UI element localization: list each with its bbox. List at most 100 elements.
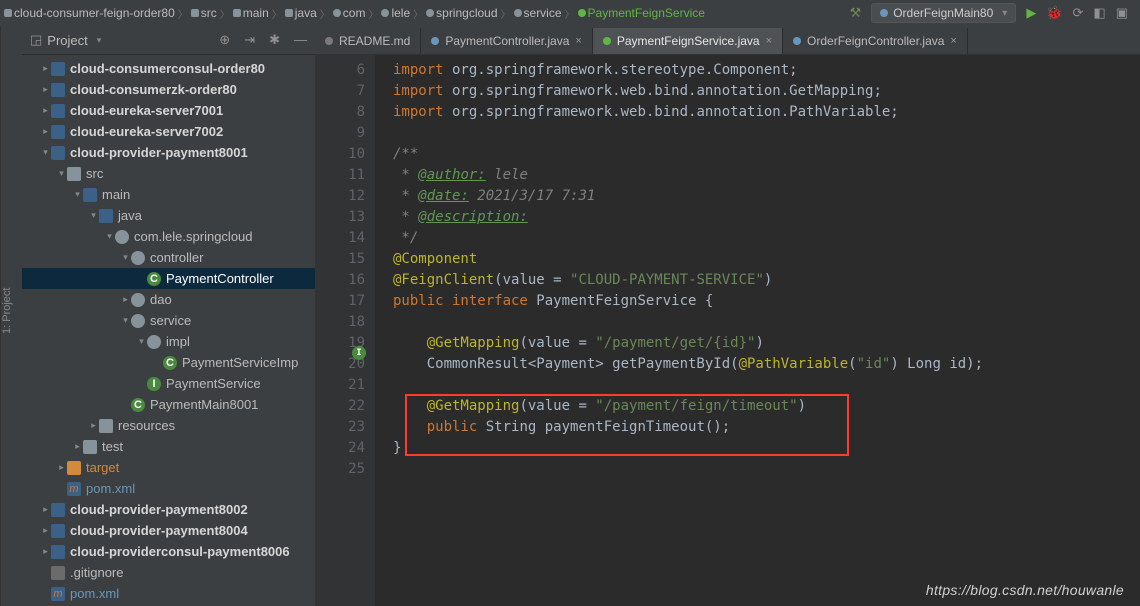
tree-row[interactable]: ▸cloud-providerconsul-payment8006 (22, 541, 315, 562)
editor-tab[interactable]: README.md (315, 28, 421, 54)
tree-row[interactable]: CPaymentServiceImp (22, 352, 315, 373)
run-icon[interactable]: ▶ (1026, 5, 1036, 21)
tree-arrow-icon[interactable]: ▾ (56, 168, 67, 179)
tree-row[interactable]: ▸target (22, 457, 315, 478)
tree-row[interactable]: ▸cloud-eureka-server7001 (22, 100, 315, 121)
breadcrumb-segment[interactable]: lele (381, 6, 410, 20)
tree-arrow-icon[interactable]: ▸ (40, 105, 51, 116)
code-line[interactable]: * @date: 2021/3/17 7:31 (393, 186, 1140, 207)
code-line[interactable]: import org.springframework.web.bind.anno… (393, 81, 1140, 102)
tree-arrow-icon[interactable]: ▾ (136, 336, 147, 347)
code-line[interactable]: public interface PaymentFeignService { (393, 291, 1140, 312)
tree-arrow-icon[interactable]: ▸ (88, 420, 99, 431)
breadcrumb-segment[interactable]: src (191, 6, 217, 20)
close-icon[interactable]: × (950, 35, 956, 47)
build-icon[interactable]: ⚒ (850, 5, 862, 21)
mod-icon (51, 146, 65, 160)
tree-row[interactable]: ▾main (22, 184, 315, 205)
tree-row[interactable]: ▸resources (22, 415, 315, 436)
tree-row[interactable]: CPaymentController (22, 268, 315, 289)
close-icon[interactable]: × (766, 35, 772, 47)
code-line[interactable]: @FeignClient(value = "CLOUD-PAYMENT-SERV… (393, 270, 1140, 291)
tree-row[interactable]: ▸cloud-provider-payment8002 (22, 499, 315, 520)
breadcrumb[interactable]: cloud-consumer-feign-order80〉src〉main〉ja… (4, 6, 850, 21)
code-line[interactable]: @GetMapping(value = "/payment/get/{id}") (393, 333, 1140, 354)
code-line[interactable]: import org.springframework.stereotype.Co… (393, 60, 1140, 81)
tree-row[interactable]: IPaymentService (22, 373, 315, 394)
tree-arrow-icon[interactable]: ▸ (120, 294, 131, 305)
code-line[interactable] (393, 123, 1140, 144)
tree-row[interactable]: mpom.xml (22, 583, 315, 604)
tree-arrow-icon[interactable]: ▾ (72, 189, 83, 200)
editor-tab[interactable]: PaymentController.java × (421, 28, 593, 54)
tree-row[interactable]: ▸test (22, 436, 315, 457)
coverage-icon[interactable]: ⟳ (1073, 5, 1084, 21)
tree-row[interactable]: ▾controller (22, 247, 315, 268)
tree-row[interactable]: ▾com.lele.springcloud (22, 226, 315, 247)
more-icon[interactable]: ▣ (1116, 5, 1128, 21)
breadcrumb-segment[interactable]: java (285, 6, 317, 20)
run-config-selector[interactable]: OrderFeignMain80 (871, 3, 1016, 23)
tree-row[interactable]: ▸cloud-provider-payment8004 (22, 520, 315, 541)
editor-tab[interactable]: OrderFeignController.java× (783, 28, 968, 54)
project-tree[interactable]: ▸cloud-consumerconsul-order80▸cloud-cons… (22, 55, 315, 606)
stop-icon[interactable]: ◧ (1093, 5, 1105, 21)
tree-row[interactable]: ▾java (22, 205, 315, 226)
tree-row[interactable]: ▾ src (22, 163, 315, 184)
scroll-to-icon[interactable]: ⊕ (219, 32, 230, 48)
tree-arrow-icon[interactable]: ▸ (56, 462, 67, 473)
code-source[interactable]: import org.springframework.stereotype.Co… (375, 55, 1140, 606)
code-line[interactable] (393, 312, 1140, 333)
tree-arrow-icon[interactable]: ▾ (120, 315, 131, 326)
tree-arrow-icon[interactable]: ▾ (40, 147, 51, 158)
code-line[interactable]: /** (393, 144, 1140, 165)
tree-label: src (86, 166, 103, 181)
tree-arrow-icon[interactable]: ▾ (120, 252, 131, 263)
breadcrumb-segment[interactable]: cloud-consumer-feign-order80 (4, 6, 175, 20)
breadcrumb-segment[interactable]: service (514, 6, 562, 20)
tree-row[interactable]: ▾impl (22, 331, 315, 352)
code-line[interactable]: CommonResult<Payment> getPaymentById(@Pa… (393, 354, 1140, 375)
breadcrumb-segment[interactable]: PaymentFeignService (578, 6, 705, 20)
breadcrumb-segment[interactable]: springcloud (426, 6, 497, 20)
tree-row[interactable]: mpom.xml (22, 478, 315, 499)
collapse-icon[interactable]: ⇥ (244, 32, 255, 48)
code-line[interactable]: * @author: lele (393, 165, 1140, 186)
gear-icon[interactable]: ✱ (269, 32, 280, 48)
code-line[interactable]: import org.springframework.web.bind.anno… (393, 102, 1140, 123)
breadcrumb-segment[interactable]: main (233, 6, 269, 20)
tree-row[interactable]: ▸cloud-eureka-server7002 (22, 121, 315, 142)
tree-row[interactable]: .gitignore (22, 562, 315, 583)
project-view-selector[interactable]: ◲ Project (30, 32, 101, 48)
editor-area: README.mdPaymentController.java×PaymentF… (315, 26, 1140, 606)
tree-arrow-icon[interactable]: ▸ (40, 504, 51, 515)
tree-arrow-icon[interactable]: ▸ (40, 546, 51, 557)
code-line[interactable]: */ (393, 228, 1140, 249)
tree-arrow-icon[interactable]: ▾ (88, 210, 99, 221)
tree-arrow-icon[interactable]: ▾ (104, 231, 115, 242)
tree-row[interactable]: ▸cloud-consumerzk-order80 (22, 79, 315, 100)
tree-arrow-icon[interactable]: ▸ (40, 63, 51, 74)
breadcrumb-segment[interactable]: com (333, 6, 366, 20)
tree-row[interactable]: ▾cloud-provider-payment8001 (22, 142, 315, 163)
tree-arrow-icon[interactable]: ▸ (40, 126, 51, 137)
code-editor[interactable]: 678910111213141516171819202122232425 imp… (315, 55, 1140, 606)
rail-project[interactable]: 1: Project (1, 288, 13, 334)
code-line[interactable]: @Component (393, 249, 1140, 270)
code-line[interactable] (393, 459, 1140, 480)
tree-row[interactable]: ▸cloud-consumerconsul-order80 (22, 58, 315, 79)
hide-icon[interactable]: — (294, 32, 307, 48)
tree-arrow-icon[interactable]: ▸ (40, 525, 51, 536)
close-icon[interactable]: × (575, 35, 581, 47)
tree-arrow-icon[interactable]: ▸ (72, 441, 83, 452)
gutter-interface-icon[interactable]: I (352, 346, 366, 360)
editor-tab[interactable]: PaymentFeignService.java× (593, 28, 783, 54)
debug-icon[interactable]: 🐞 (1046, 5, 1062, 21)
code-line[interactable]: * @description: (393, 207, 1140, 228)
tree-row[interactable]: ▾service (22, 310, 315, 331)
code-line[interactable] (393, 375, 1140, 396)
tree-row[interactable]: CPaymentMain8001 (22, 394, 315, 415)
tree-arrow-icon[interactable]: ▸ (40, 84, 51, 95)
tree-row[interactable]: ▸dao (22, 289, 315, 310)
tab-label: PaymentController.java (445, 34, 569, 48)
